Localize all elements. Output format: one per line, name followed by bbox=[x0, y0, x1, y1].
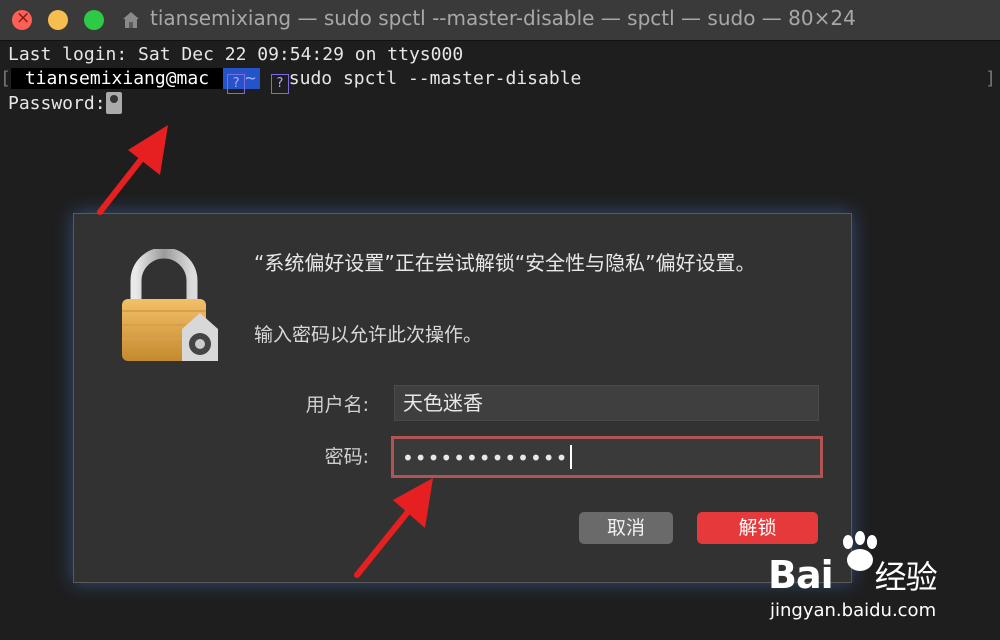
lock-icon bbox=[122, 249, 218, 361]
password-line: Password: bbox=[8, 92, 122, 114]
prompt-user: tiansemixiang@mac bbox=[10, 68, 224, 89]
auth-dialog: “系统偏好设置”正在尝试解锁“安全性与隐私”偏好设置。 输入密码以允许此次操作。… bbox=[73, 213, 852, 583]
password-prompt: Password: bbox=[8, 93, 106, 114]
password-dots: ••••••••••••• bbox=[402, 446, 569, 470]
left-bracket: [ bbox=[0, 68, 11, 89]
cancel-button[interactable]: 取消 bbox=[579, 512, 673, 544]
prompt-dir: ~ bbox=[245, 68, 256, 89]
title-bar: tiansemixiang — sudo spctl --master-disa… bbox=[0, 0, 1000, 41]
close-window-button[interactable] bbox=[12, 8, 32, 30]
minimize-window-button[interactable] bbox=[48, 10, 68, 30]
dialog-message: “系统偏好设置”正在尝试解锁“安全性与隐私”偏好设置。 bbox=[254, 251, 756, 275]
prompt-dir-segment: ? ~ bbox=[223, 68, 260, 94]
command-text: sudo spctl --master-disable bbox=[288, 68, 582, 89]
baidu-watermark: Bai 经验 jingyan.baidu.com bbox=[760, 530, 995, 635]
last-login-line: Last login: Sat Dec 22 09:54:29 on ttys0… bbox=[8, 44, 464, 65]
watermark-brand-cn: 经验 bbox=[874, 558, 938, 596]
home-folder-icon bbox=[123, 12, 139, 28]
key-cursor-icon bbox=[105, 92, 122, 114]
prompt-glyph-box: ? bbox=[270, 74, 289, 94]
watermark-brand: Bai 经验 bbox=[768, 553, 938, 597]
prompt-glyph-box: ? bbox=[227, 74, 246, 94]
username-label: 用户名: bbox=[305, 394, 369, 416]
password-label: 密码: bbox=[324, 446, 369, 468]
dialog-sub-message: 输入密码以允许此次操作。 bbox=[254, 324, 483, 346]
watermark-url: jingyan.baidu.com bbox=[770, 600, 937, 621]
password-field[interactable]: ••••••••••••• bbox=[391, 436, 823, 478]
zoom-window-button[interactable] bbox=[84, 10, 104, 30]
window-title: tiansemixiang — sudo spctl --master-disa… bbox=[150, 6, 856, 30]
text-caret bbox=[570, 445, 573, 469]
username-field[interactable]: 天色迷香 bbox=[394, 385, 819, 421]
right-bracket: ] bbox=[985, 68, 996, 89]
prompt-line: [tiansemixiang@mac? ~ ? sudo spctl --maste… bbox=[0, 68, 581, 94]
